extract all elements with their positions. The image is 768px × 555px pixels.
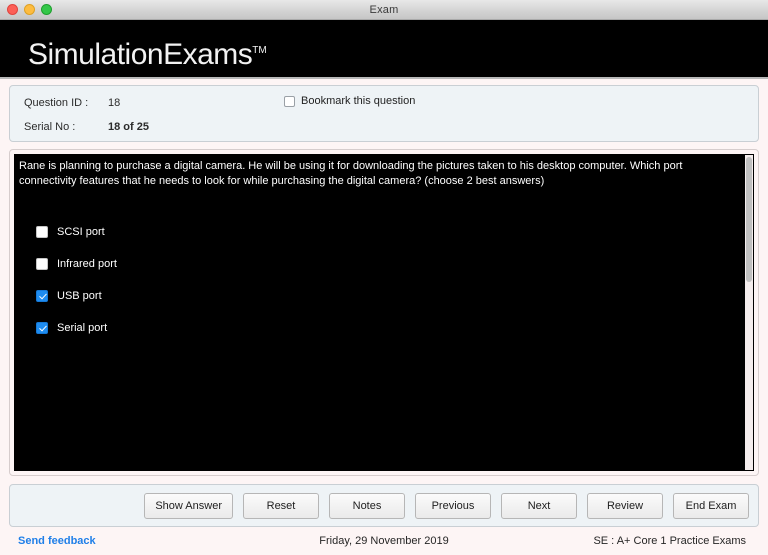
scrollbar-thumb[interactable] — [746, 157, 752, 282]
question-info-panel: Question ID : 18 Serial No : 18 of 25 Bo… — [9, 85, 759, 142]
answer-checkbox-icon[interactable] — [36, 258, 48, 270]
answer-option-label: Infrared port — [57, 258, 117, 270]
reset-button[interactable]: Reset — [243, 493, 319, 519]
bookmark-label: Bookmark this question — [301, 95, 415, 107]
question-id-label: Question ID : — [24, 97, 88, 109]
brand-name: SimulationExams — [28, 38, 252, 71]
next-button[interactable]: Next — [501, 493, 577, 519]
brand-banner: SimulationExamsTM YOUR WAY TO CERTIFICAT… — [0, 20, 768, 79]
question-panel-container: Rane is planning to purchase a digital c… — [9, 149, 759, 476]
bookmark-checkbox-icon[interactable] — [284, 96, 295, 107]
close-icon[interactable] — [7, 4, 18, 15]
answer-option[interactable]: SCSI port — [36, 216, 734, 248]
window-titlebar: Exam — [0, 0, 768, 20]
serial-no-value: 18 of 25 — [108, 121, 149, 133]
notes-button[interactable]: Notes — [329, 493, 405, 519]
answer-option[interactable]: USB port — [36, 280, 734, 312]
footer-bar: Send feedback Friday, 29 November 2019 S… — [0, 527, 768, 555]
answer-checkbox-icon[interactable] — [36, 226, 48, 238]
bookmark-question-control[interactable]: Bookmark this question — [284, 95, 415, 107]
answer-option[interactable]: Infrared port — [36, 248, 734, 280]
brand-logo: SimulationExamsTM — [28, 40, 267, 70]
minimize-icon[interactable] — [24, 4, 35, 15]
show-answer-button[interactable]: Show Answer — [144, 493, 233, 519]
question-scrollbar[interactable] — [745, 155, 753, 470]
send-feedback-link[interactable]: Send feedback — [18, 535, 96, 547]
tagline-segment-3: TO CERTIFICATION — [126, 78, 235, 79]
window-controls — [7, 4, 52, 15]
answer-option-label: USB port — [57, 290, 102, 302]
answer-option[interactable]: Serial port — [36, 312, 734, 344]
tagline-segment-2: WAY — [103, 78, 126, 79]
end-exam-button[interactable]: End Exam — [673, 493, 749, 519]
brand-tagline: YOUR WAY TO CERTIFICATION SUCCESS — [68, 78, 287, 79]
answer-options-list: SCSI port Infrared port USB port Serial … — [36, 216, 734, 344]
answer-option-label: Serial port — [57, 322, 107, 334]
previous-button[interactable]: Previous — [415, 493, 491, 519]
answer-option-label: SCSI port — [57, 226, 105, 238]
maximize-icon[interactable] — [41, 4, 52, 15]
question-text: Rane is planning to purchase a digital c… — [19, 159, 740, 189]
question-id-value: 18 — [108, 97, 120, 109]
action-button-bar: Show Answer Reset Notes Previous Next Re… — [9, 484, 759, 527]
review-button[interactable]: Review — [587, 493, 663, 519]
tagline-segment-1: YOUR — [68, 78, 103, 79]
trademark-symbol: TM — [252, 45, 266, 56]
exam-name-label: SE : A+ Core 1 Practice Exams — [593, 535, 746, 547]
current-date: Friday, 29 November 2019 — [274, 535, 494, 547]
window-title: Exam — [370, 4, 399, 16]
question-panel: Rane is planning to purchase a digital c… — [14, 154, 754, 471]
answer-checkbox-icon[interactable] — [36, 290, 48, 302]
serial-no-label: Serial No : — [24, 121, 75, 133]
exam-window: Exam SimulationExamsTM YOUR WAY TO CERTI… — [0, 0, 768, 555]
tagline-segment-4: SUCCESS — [235, 78, 287, 79]
answer-checkbox-icon[interactable] — [36, 322, 48, 334]
